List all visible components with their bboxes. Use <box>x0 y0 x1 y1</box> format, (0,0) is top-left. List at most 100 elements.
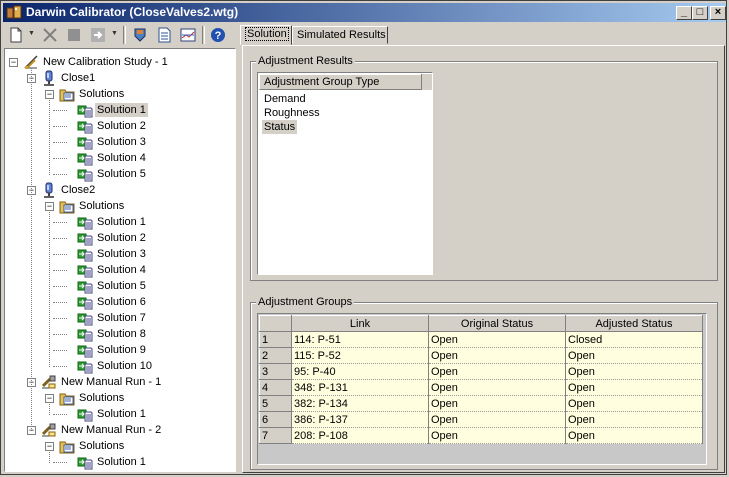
solution-icon <box>77 265 93 278</box>
tree-connector <box>53 286 67 287</box>
tree-connector <box>31 68 32 431</box>
table-row[interactable]: 7 208: P-108 Open Open <box>259 427 703 444</box>
tree-node-manual-run[interactable]: − New Manual Run - 1 <box>5 374 233 390</box>
tree-node-solution[interactable]: Solution 3 <box>5 134 233 150</box>
table-row[interactable]: 3 95: P-40 Open Open <box>259 363 703 380</box>
link-cell[interactable]: 348: P-131 <box>291 379 429 396</box>
tree-node-solutions[interactable]: − Solutions <box>5 198 233 214</box>
tab-solution[interactable]: Solution <box>240 25 292 45</box>
tree-node-solution[interactable]: Solution 5 <box>5 278 233 294</box>
tree-node-solution[interactable]: Solution 1 <box>5 406 233 422</box>
tree-node-solutions[interactable]: − Solutions <box>5 86 233 102</box>
tree-connector <box>53 158 67 159</box>
link-cell[interactable]: 95: P-40 <box>291 363 429 380</box>
adjusted-status-cell[interactable]: Open <box>565 379 703 396</box>
original-status-cell[interactable]: Open <box>428 331 566 348</box>
minimize-button[interactable]: _ <box>676 6 692 20</box>
table-row[interactable]: 2 115: P-52 Open Open <box>259 347 703 364</box>
original-status-cell[interactable]: Open <box>428 379 566 396</box>
tree-node-solution[interactable]: Solution 2 <box>5 230 233 246</box>
adjustment-type-list[interactable]: Adjustment Group Type Demand Roughness S… <box>257 72 433 275</box>
tree-node-solution[interactable]: Solution 1 <box>5 102 233 118</box>
tab-simulated-results[interactable]: Simulated Results <box>292 26 388 44</box>
tree-node-solution[interactable]: Solution 1 <box>5 214 233 230</box>
adjustment-type-item-selected[interactable]: Status <box>262 120 298 134</box>
link-cell[interactable]: 208: P-108 <box>291 427 429 444</box>
export-icon[interactable] <box>89 26 107 44</box>
adjusted-status-cell[interactable]: Closed <box>565 331 703 348</box>
row-number-cell: 3 <box>259 363 292 380</box>
collapse-toggle[interactable]: − <box>45 202 54 211</box>
adjustment-type-item[interactable]: Roughness <box>262 106 322 120</box>
grid-corner-cell <box>259 315 292 332</box>
original-status-cell[interactable]: Open <box>428 347 566 364</box>
row-number-cell: 6 <box>259 411 292 428</box>
adjusted-status-cell[interactable]: Open <box>565 411 703 428</box>
table-row[interactable]: 1 114: P-51 Open Closed <box>259 331 703 348</box>
tree-node-solutions[interactable]: − Solutions <box>5 390 233 406</box>
original-status-cell[interactable]: Open <box>428 395 566 412</box>
link-cell[interactable]: 114: P-51 <box>291 331 429 348</box>
tree-node-solution[interactable]: Solution 3 <box>5 246 233 262</box>
study-tree[interactable]: − New Calibration Study - 1− Close1 − Soluti… <box>4 48 236 472</box>
collapse-toggle[interactable]: − <box>9 58 18 67</box>
adjustment-type-item[interactable]: Demand <box>262 92 308 106</box>
export-dropdown-arrow-icon[interactable]: ▼ <box>111 30 118 38</box>
svg-text:?: ? <box>215 30 222 42</box>
report-icon[interactable] <box>155 26 173 44</box>
folder-icon <box>59 441 75 454</box>
delete-icon[interactable] <box>41 26 59 44</box>
tree-node-solutions[interactable]: − Solutions <box>5 438 233 454</box>
tree-node-solution[interactable]: Solution 4 <box>5 262 233 278</box>
table-row[interactable]: 5 382: P-134 Open Open <box>259 395 703 412</box>
compute-icon[interactable] <box>131 26 149 44</box>
link-cell[interactable]: 382: P-134 <box>291 395 429 412</box>
solution-icon <box>77 297 93 310</box>
tree-node-root[interactable]: − New Calibration Study - 1 <box>5 54 233 70</box>
original-status-cell[interactable]: Open <box>428 427 566 444</box>
link-cell[interactable]: 115: P-52 <box>291 347 429 364</box>
column-header-link[interactable]: Link <box>291 315 429 332</box>
title-bar[interactable]: Darwin Calibrator (CloseValves2.wtg) _ □… <box>3 3 726 22</box>
adjustment-groups-grid[interactable]: Link Original Status Adjusted Status 1 11… <box>257 313 707 465</box>
new-dropdown-arrow-icon[interactable]: ▼ <box>28 30 35 38</box>
tree-node-solution[interactable]: Solution 1 <box>5 454 233 470</box>
new-document-icon[interactable] <box>7 26 25 44</box>
table-row[interactable]: 6 386: P-137 Open Open <box>259 411 703 428</box>
adjustment-type-header[interactable]: Adjustment Group Type <box>259 74 431 90</box>
tree-node-solution[interactable]: Solution 6 <box>5 294 233 310</box>
adjusted-status-cell[interactable]: Open <box>565 427 703 444</box>
collapse-toggle[interactable]: − <box>45 90 54 99</box>
table-row[interactable]: 4 348: P-131 Open Open <box>259 379 703 396</box>
tree-node-solution[interactable]: Solution 7 <box>5 310 233 326</box>
tree-node-solution[interactable]: Solution 2 <box>5 118 233 134</box>
collapse-toggle[interactable]: − <box>45 442 54 451</box>
manual-icon <box>41 423 56 437</box>
stop-icon[interactable] <box>65 26 83 44</box>
tree-node-study[interactable]: − Close2 <box>5 182 233 198</box>
graph-icon[interactable] <box>179 26 197 44</box>
original-status-cell[interactable]: Open <box>428 363 566 380</box>
solution-icon <box>77 153 93 166</box>
collapse-toggle[interactable]: − <box>45 394 54 403</box>
tree-node-study[interactable]: − Close1 <box>5 70 233 86</box>
help-icon[interactable]: ? <box>209 26 227 44</box>
tree-node-solution[interactable]: Solution 10 <box>5 358 233 374</box>
tree-node-manual-run[interactable]: − New Manual Run - 2 <box>5 422 233 438</box>
tree-node-solution[interactable]: Solution 8 <box>5 326 233 342</box>
maximize-button[interactable]: □ <box>692 6 708 20</box>
tree-connector <box>49 404 50 415</box>
column-header-original-status[interactable]: Original Status <box>428 315 566 332</box>
adjusted-status-cell[interactable]: Open <box>565 395 703 412</box>
adjusted-status-cell[interactable]: Open <box>565 363 703 380</box>
tree-node-solution[interactable]: Solution 5 <box>5 166 233 182</box>
tree-node-solution[interactable]: Solution 4 <box>5 150 233 166</box>
close-button[interactable]: × <box>710 6 726 20</box>
tree-node-solution[interactable]: Solution 9 <box>5 342 233 358</box>
tree-node-label: Solutions <box>79 440 125 452</box>
column-header-adjusted-status[interactable]: Adjusted Status <box>565 315 703 332</box>
adjusted-status-cell[interactable]: Open <box>565 347 703 364</box>
tree-node-label: Solution 9 <box>97 344 146 356</box>
link-cell[interactable]: 386: P-137 <box>291 411 429 428</box>
original-status-cell[interactable]: Open <box>428 411 566 428</box>
